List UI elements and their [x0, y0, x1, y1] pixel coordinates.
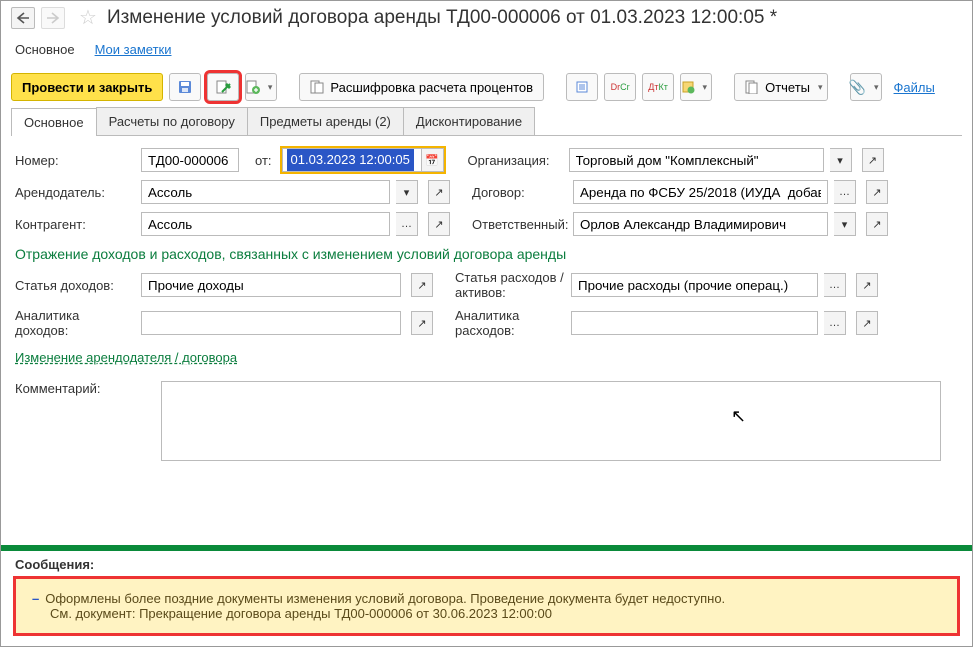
contract-label: Договор: [472, 185, 567, 200]
responsible-dropdown-icon[interactable]: ▾ [834, 212, 856, 236]
dr-cr-button[interactable]: DrCr [604, 73, 636, 101]
income-item-open-icon[interactable]: ↗ [411, 273, 433, 297]
expense-analytics-select-icon[interactable]: … [824, 311, 846, 335]
message-bullet-icon: – [32, 591, 39, 606]
counterparty-select-icon[interactable]: … [396, 212, 418, 236]
expense-analytics-open-icon[interactable]: ↗ [856, 311, 878, 335]
income-analytics-label: Аналитика доходов: [15, 308, 135, 338]
files-link[interactable]: Файлы [894, 80, 935, 95]
nav-forward-button[interactable] [41, 7, 65, 29]
responsible-input[interactable] [573, 212, 828, 236]
counterparty-open-icon[interactable]: ↗ [428, 212, 450, 236]
decode-interest-label: Расшифровка расчета процентов [330, 80, 533, 95]
responsible-label: Ответственный: [472, 217, 567, 232]
expense-item-input[interactable] [571, 273, 818, 297]
org-dropdown-icon[interactable]: ▾ [830, 148, 852, 172]
lessor-open-icon[interactable]: ↗ [428, 180, 450, 204]
contract-select-icon[interactable]: … [834, 180, 856, 204]
date-value: 01.03.2023 12:00:05 [287, 149, 414, 171]
tab-payments[interactable]: Расчеты по договору [96, 107, 248, 135]
tab-lease-items[interactable]: Предметы аренды (2) [247, 107, 404, 135]
dt-kt-button[interactable]: ДтКт [642, 73, 674, 101]
number-input[interactable] [141, 148, 239, 172]
date-input[interactable]: 01.03.2023 12:00:05 [282, 148, 422, 172]
contract-input[interactable] [573, 180, 828, 204]
nav-notes-link[interactable]: Мои заметки [95, 42, 172, 57]
expense-item-select-icon[interactable]: … [824, 273, 846, 297]
expense-analytics-label: Аналитика расходов: [455, 308, 565, 338]
counterparty-input[interactable] [141, 212, 390, 236]
calendar-icon[interactable]: 📅 [422, 148, 444, 172]
post-and-close-button[interactable]: Провести и закрыть [11, 73, 163, 101]
lessor-label: Арендодатель: [15, 185, 135, 200]
more-actions-button[interactable]: ▾ [680, 73, 712, 101]
income-item-input[interactable] [141, 273, 401, 297]
org-open-icon[interactable]: ↗ [862, 148, 884, 172]
nav-main-link[interactable]: Основное [15, 42, 75, 57]
message-line-1: Оформлены более поздние документы измене… [45, 591, 725, 606]
reports-button[interactable]: Отчеты▾ [734, 73, 827, 101]
save-button[interactable] [169, 73, 201, 101]
org-label: Организация: [468, 153, 563, 168]
reports-label: Отчеты [765, 80, 810, 95]
message-line-2: См. документ: Прекращение договора аренд… [50, 606, 552, 621]
contract-open-icon[interactable]: ↗ [866, 180, 888, 204]
counterparty-label: Контрагент: [15, 217, 135, 232]
messages-header: Сообщения: [1, 551, 972, 576]
list-view-button[interactable] [566, 73, 598, 101]
income-item-label: Статья доходов: [15, 278, 135, 293]
attach-button[interactable]: 📎▾ [850, 73, 882, 101]
expense-item-label: Статья расходов / активов: [455, 270, 565, 300]
expense-analytics-input[interactable] [571, 311, 818, 335]
change-lessor-link[interactable]: Изменение арендодателя / договора [15, 350, 237, 365]
expense-item-open-icon[interactable]: ↗ [856, 273, 878, 297]
tab-main[interactable]: Основное [11, 108, 97, 136]
number-label: Номер: [15, 153, 135, 168]
lessor-dropdown-icon[interactable]: ▾ [396, 180, 418, 204]
comment-label: Комментарий: [15, 381, 155, 396]
lessor-input[interactable] [141, 180, 390, 204]
date-label: от: [255, 153, 276, 168]
favorite-star-icon[interactable]: ☆ [79, 5, 97, 30]
decode-interest-button[interactable]: Расшифровка расчета процентов [299, 73, 544, 101]
section-income-title: Отражение доходов и расходов, связанных … [15, 246, 958, 262]
page-title: Изменение условий договора аренды ТД00-0… [107, 7, 777, 29]
nav-back-button[interactable] [11, 7, 35, 29]
message-box: –Оформлены более поздние документы измен… [13, 576, 960, 636]
responsible-open-icon[interactable]: ↗ [866, 212, 888, 236]
post-button[interactable] [207, 73, 239, 101]
comment-textarea[interactable] [161, 381, 941, 461]
income-analytics-input[interactable] [141, 311, 401, 335]
create-based-on-button[interactable]: ▾ [245, 73, 277, 101]
org-input[interactable] [569, 148, 824, 172]
tab-discounting[interactable]: Дисконтирование [403, 107, 535, 135]
income-analytics-open-icon[interactable]: ↗ [411, 311, 433, 335]
